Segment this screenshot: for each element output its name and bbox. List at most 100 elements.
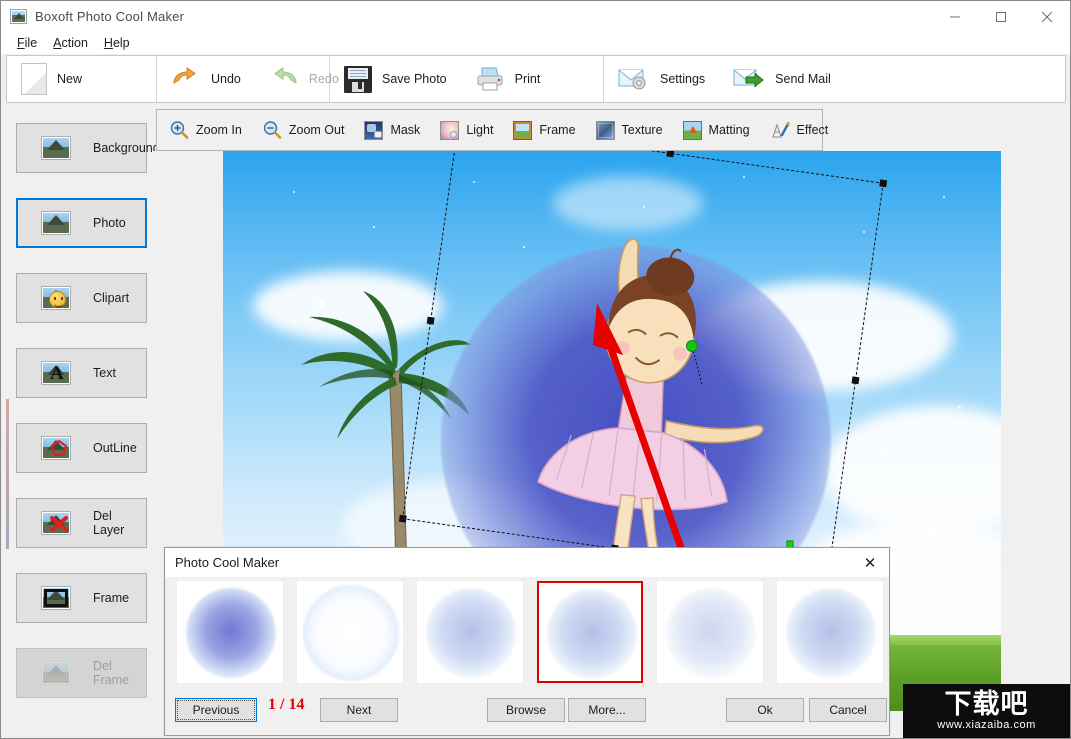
next-button[interactable]: Next [320, 698, 398, 722]
sidebar-item-del-frame: Del Frame [16, 648, 147, 698]
mask-thumb-5[interactable] [657, 581, 763, 683]
window-title: Boxoft Photo Cool Maker [35, 9, 185, 24]
menu-help-rest: elp [112, 36, 130, 50]
app-photo-icon [10, 9, 27, 24]
sidebar-item-text-label: Text [93, 366, 116, 380]
dialog-title-bar: Photo Cool Maker ✕ [165, 548, 889, 577]
settings-button[interactable]: Settings [604, 57, 719, 101]
window-controls [932, 1, 1070, 32]
resize-handle-top-center[interactable] [666, 151, 675, 158]
mask-thumbnail-list [177, 581, 883, 683]
page-counter: 1 / 14 [268, 696, 305, 713]
brush-effect-icon [770, 120, 790, 140]
sidebar-edge-strip [6, 399, 9, 549]
letter-a-icon: A [41, 361, 71, 385]
mask-thumb-6[interactable] [777, 581, 883, 683]
mask-thumb-4[interactable] [537, 581, 643, 683]
menu-item-action[interactable]: Action [45, 34, 96, 52]
mail-send-icon [733, 67, 765, 91]
more-button[interactable]: More... [568, 698, 646, 722]
undo-button[interactable]: Undo [157, 57, 255, 101]
light-button[interactable]: Light [440, 120, 493, 140]
matting-label: Matting [708, 123, 750, 137]
new-button[interactable]: New [7, 57, 96, 101]
sidebar-item-del-layer-label: Del Layer [93, 509, 125, 537]
new-button-label: New [57, 72, 83, 86]
menu-bar: File Action Help [1, 32, 1070, 54]
toolbar-group-history: Undo Redo [157, 56, 339, 102]
settings-button-label: Settings [660, 72, 706, 86]
magnifier-plus-icon [169, 120, 189, 140]
watermark-url-text: www.xiazaiba.com [937, 718, 1036, 731]
picture-frame-icon [41, 586, 71, 610]
undo-arrow-icon [171, 67, 201, 91]
browse-button[interactable]: Browse [487, 698, 565, 722]
matting-icon [682, 120, 702, 140]
sidebar-item-photo-label: Photo [93, 216, 126, 230]
resize-handle-top-right[interactable] [879, 179, 888, 188]
mask-thumb-1[interactable] [177, 581, 283, 683]
ok-button[interactable]: Ok [726, 698, 804, 722]
sidebar-item-photo[interactable]: Photo [16, 198, 147, 248]
close-icon[interactable] [1024, 1, 1070, 32]
sidebar-item-text[interactable]: A Text [16, 348, 147, 398]
maximize-icon[interactable] [978, 1, 1024, 32]
effect-button[interactable]: Effect [770, 120, 829, 140]
left-sidebar: Background Photo Clipart A Text OutLine … [6, 109, 160, 733]
dialog-close-icon[interactable]: ✕ [855, 550, 885, 575]
texture-button[interactable]: Texture [595, 120, 663, 140]
magnifier-minus-icon [262, 120, 282, 140]
texture-label: Texture [621, 123, 663, 137]
site-watermark: 下载吧 www.xiazaiba.com [903, 684, 1070, 738]
send-mail-button[interactable]: Send Mail [719, 57, 845, 101]
redo-arrow-icon [269, 67, 299, 91]
printer-icon [475, 66, 505, 92]
frame-button[interactable]: Frame [513, 120, 576, 140]
light-icon [440, 120, 460, 140]
smiley-icon [41, 286, 71, 310]
sidebar-item-frame[interactable]: Frame [16, 573, 147, 623]
send-mail-button-label: Send Mail [775, 72, 831, 86]
save-photo-button-label: Save Photo [382, 72, 447, 86]
photo-cool-maker-dialog: Photo Cool Maker ✕ Previous 1 / 14 Next … [164, 547, 890, 736]
sidebar-item-del-layer[interactable]: Del Layer [16, 498, 147, 548]
sidebar-item-outline-label: OutLine [93, 441, 137, 455]
new-page-icon [21, 63, 47, 95]
mask-button[interactable]: Mask [364, 120, 421, 140]
zoom-out-label: Zoom Out [288, 123, 345, 137]
mask-thumb-3[interactable] [417, 581, 523, 683]
toolbar-group-file: New [7, 56, 157, 102]
watermark-chinese-text: 下载吧 [944, 688, 1029, 720]
print-button-label: Print [514, 72, 541, 86]
toolbar-group-share: Settings Send Mail [604, 56, 845, 102]
main-toolbar: New Undo Redo Save Photo Print Settings … [6, 55, 1066, 103]
minimize-icon[interactable] [932, 1, 978, 32]
print-button[interactable]: Print [461, 57, 555, 101]
sidebar-item-clipart[interactable]: Clipart [16, 273, 147, 323]
undo-button-label: Undo [211, 72, 241, 86]
dialog-title: Photo Cool Maker [175, 555, 280, 570]
mask-icon [364, 120, 384, 140]
secondary-toolbar: Zoom In Zoom Out Mask Light Frame Textur… [156, 109, 828, 151]
sidebar-item-outline[interactable]: OutLine [16, 423, 147, 473]
delete-layer-icon [41, 511, 71, 535]
green-rotate-handle[interactable] [686, 340, 698, 352]
frame-icon [513, 120, 533, 140]
mask-label: Mask [390, 123, 421, 137]
mail-gear-icon [618, 67, 650, 91]
save-photo-button[interactable]: Save Photo [330, 57, 461, 101]
landscape-icon [41, 136, 71, 160]
title-bar: Boxoft Photo Cool Maker [1, 1, 1070, 32]
zoom-in-button[interactable]: Zoom In [169, 120, 242, 140]
effect-label: Effect [796, 123, 829, 137]
zoom-out-button[interactable]: Zoom Out [262, 120, 345, 140]
previous-button[interactable]: Previous [175, 698, 257, 722]
mask-thumb-2[interactable] [297, 581, 403, 683]
cancel-button[interactable]: Cancel [809, 698, 887, 722]
menu-file-rest: ile [24, 36, 38, 50]
menu-item-file[interactable]: File [9, 34, 45, 52]
matting-button[interactable]: Matting [682, 120, 750, 140]
menu-item-help[interactable]: Help [96, 34, 138, 52]
sidebar-item-background[interactable]: Background [16, 123, 160, 173]
sidebar-item-background-label: Background [93, 141, 160, 155]
